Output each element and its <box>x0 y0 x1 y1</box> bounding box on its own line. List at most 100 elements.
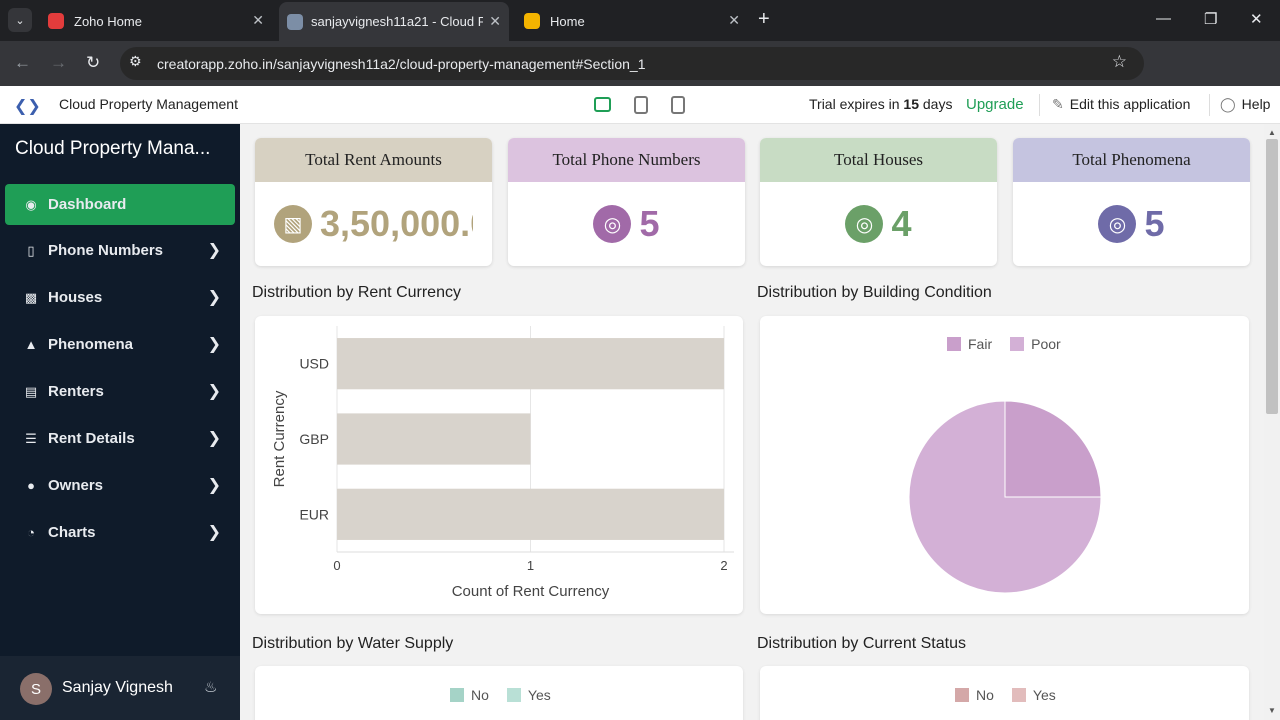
bell-icon[interactable]: ♨ <box>204 678 217 696</box>
y-tick-label: USD <box>299 356 329 372</box>
rent-currency-bar-chart[interactable]: 0 1 2 USD GBP EUR Count of Rent Currency Rent C… <box>255 316 743 614</box>
avatar[interactable]: S <box>20 673 52 705</box>
sidebar-item-dashboard[interactable]: ◉ Dashboard <box>5 184 235 225</box>
kpi-title: Total Phone Numbers <box>508 138 745 182</box>
tab-title: sanjayvignesh11a21 - Cloud Pr <box>311 14 483 29</box>
globe-icon: ◎ <box>593 205 632 243</box>
legend-label[interactable]: Yes <box>1033 687 1056 703</box>
trial-suffix: days <box>918 96 953 112</box>
scroll-up-icon[interactable]: ▲ <box>1268 128 1276 137</box>
kpi-card-total-rent-amounts[interactable]: Total Rent Amounts ▧3,50,000.00 <box>255 138 492 266</box>
minimize-button[interactable]: — <box>1156 10 1171 27</box>
kpi-title: Total Rent Amounts <box>255 138 492 182</box>
sidebar-item-renters[interactable]: ▤ Renters ❯ <box>5 371 235 412</box>
divider <box>1039 94 1040 116</box>
edit-application-link[interactable]: ✎ Edit this application <box>1052 96 1190 113</box>
back-button[interactable]: ← <box>14 53 31 73</box>
tab-title: Home <box>550 13 585 29</box>
sidebar-item-charts[interactable]: ◔ Charts ❯ <box>5 512 235 553</box>
chart-legend: No Yes <box>955 687 1074 703</box>
bar <box>337 488 724 540</box>
legend-label[interactable]: Yes <box>528 687 551 703</box>
tab-title: Zoho Home <box>74 13 142 29</box>
pie-slice <box>1004 400 1102 498</box>
tab-favicon-icon <box>287 13 303 30</box>
building-condition-chart-panel: Fair Poor <box>760 316 1249 614</box>
browser-tab[interactable]: Zoho Home ✕ <box>40 6 272 36</box>
pencil-icon: ✎ <box>1052 96 1064 112</box>
kpi-title: Total Phenomena <box>1013 138 1250 182</box>
legend-label[interactable]: Poor <box>1031 336 1061 352</box>
rent-currency-chart-panel: 0 1 2 USD GBP EUR Count of Rent Currency Rent C… <box>255 316 743 614</box>
kpi-card-total-phone-numbers[interactable]: Total Phone Numbers ◎ 5 <box>508 138 745 266</box>
tab-search-button[interactable]: ⌄ <box>8 8 32 32</box>
chevron-right-icon: ❯ <box>207 336 221 353</box>
tablet-view-icon[interactable] <box>634 96 648 114</box>
sidebar-item-label: Charts <box>48 524 96 541</box>
reload-button[interactable]: ↻ <box>86 53 100 73</box>
water-supply-chart-panel: No Yes <box>255 666 743 720</box>
legend-label[interactable]: No <box>976 687 994 703</box>
legend-label[interactable]: No <box>471 687 489 703</box>
monitor-icon: ▤ <box>24 383 38 399</box>
bar <box>337 413 531 465</box>
page-scrollbar[interactable]: ▲ ▼ <box>1264 124 1280 720</box>
legend-label[interactable]: Fair <box>968 336 992 352</box>
restore-button[interactable]: ❐ <box>1204 10 1217 28</box>
kpi-title: Total Houses <box>760 138 997 182</box>
kpi-value: 5 <box>1144 203 1165 244</box>
x-tick-label: 2 <box>720 558 727 573</box>
chevron-right-icon: ❯ <box>207 289 221 306</box>
trial-days: 15 <box>903 96 919 112</box>
sidebar-app-title: Cloud Property Mana... <box>15 138 211 159</box>
building-condition-pie-chart[interactable] <box>760 316 1249 614</box>
app-name: Cloud Property Management <box>59 96 238 112</box>
x-tick-label: 1 <box>527 558 534 573</box>
scrollbar-thumb[interactable] <box>1266 139 1278 414</box>
sidebar-item-phenomena[interactable]: ▲ Phenomena ❯ <box>5 324 235 365</box>
close-tab-icon[interactable]: ✕ <box>728 12 740 29</box>
user-name[interactable]: Sanjay Vignesh <box>62 679 173 697</box>
upgrade-link[interactable]: Upgrade <box>966 96 1024 113</box>
globe-icon: ◎ <box>845 205 884 243</box>
help-link[interactable]: ◯ Help <box>1220 96 1270 113</box>
kpi-value: 4 <box>891 203 912 244</box>
sidebar-item-label: Phone Numbers <box>48 242 164 259</box>
kpi-card-total-houses[interactable]: Total Houses ◎ 4 <box>760 138 997 266</box>
browser-tab-active[interactable]: sanjayvignesh11a21 - Cloud Pr ✕ <box>279 2 509 41</box>
kpi-card-total-phenomena[interactable]: Total Phenomena ◎ 5 <box>1013 138 1250 266</box>
sidebar-item-houses[interactable]: ▩ Houses ❯ <box>5 277 235 318</box>
mobile-view-icon[interactable] <box>671 96 685 114</box>
user-profile-bar: S Sanjay Vignesh ♨ <box>0 656 240 720</box>
close-tab-icon[interactable]: ✕ <box>252 12 264 29</box>
address-bar[interactable]: ⚙ creatorapp.zoho.in/sanjayvignesh11a2/c… <box>120 47 1144 80</box>
sidebar-item-rent-details[interactable]: ☰ Rent Details ❯ <box>5 418 235 459</box>
close-tab-icon[interactable]: ✕ <box>489 13 501 30</box>
site-info-icon[interactable]: ⚙ <box>129 53 142 70</box>
road-icon: ▲ <box>24 337 38 352</box>
sidebar-item-phone-numbers[interactable]: ▯ Phone Numbers ❯ <box>5 230 235 271</box>
browser-tab[interactable]: Home ✕ <box>516 6 748 36</box>
user-icon: ● <box>27 478 35 493</box>
zoho-creator-logo-icon[interactable]: ❮❯ <box>14 96 41 116</box>
pie-chart-icon: ◔ <box>27 525 35 540</box>
section-title-water-supply: Distribution by Water Supply <box>252 635 454 652</box>
legend-swatch <box>955 688 969 702</box>
close-window-button[interactable]: ✕ <box>1250 10 1263 28</box>
dashboard-content: Total Rent Amounts ▧3,50,000.00 Total Ph… <box>240 124 1264 720</box>
new-tab-button[interactable]: + <box>758 9 770 29</box>
tab-favicon-icon <box>48 13 64 29</box>
phone-icon: ▯ <box>27 242 35 258</box>
scroll-down-icon[interactable]: ▼ <box>1268 706 1276 715</box>
trial-notice: Trial expires in 15 days <box>809 96 952 112</box>
sidebar-item-label: Phenomena <box>48 336 134 353</box>
sidebar: Cloud Property Mana... ◉ Dashboard ▯ Pho… <box>0 124 240 720</box>
bookmark-star-icon[interactable]: ☆ <box>1112 52 1127 72</box>
sidebar-item-owners[interactable]: ● Owners ❯ <box>5 465 235 506</box>
desktop-view-icon[interactable] <box>594 97 611 112</box>
list-icon: ☰ <box>25 430 37 446</box>
tab-favicon-icon <box>524 13 540 29</box>
forward-button[interactable]: → <box>50 53 67 73</box>
chevron-right-icon: ❯ <box>207 477 221 494</box>
url-text[interactable]: creatorapp.zoho.in/sanjayvignesh11a2/clo… <box>157 56 646 72</box>
